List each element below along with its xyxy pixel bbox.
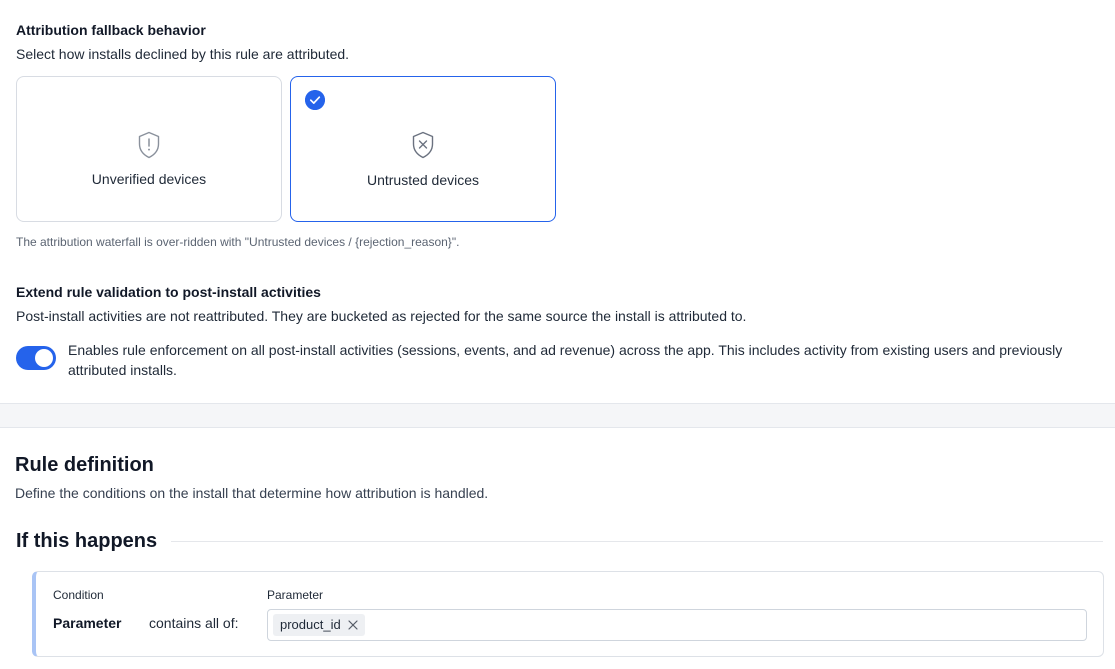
parameter-header: Parameter (267, 588, 324, 602)
fallback-section: Attribution fallback behavior Select how… (0, 0, 1115, 403)
if-divider-line (168, 541, 1103, 542)
fallback-title: Attribution fallback behavior (16, 22, 206, 38)
condition-operator: contains all of: (149, 615, 239, 631)
condition-header: Condition (53, 588, 104, 602)
if-this-happens-title: If this happens (16, 530, 172, 553)
option-card-untrusted[interactable]: Untrusted devices (290, 76, 556, 222)
fallback-description: Select how installs declined by this rul… (16, 46, 350, 62)
condition-row: Condition Parameter Parameter contains a… (32, 571, 1104, 657)
shield-exclamation-icon (138, 131, 160, 159)
section-divider (0, 403, 1115, 428)
option-card-unverified[interactable]: Unverified devices (16, 76, 282, 222)
shield-x-icon (412, 131, 434, 159)
rule-definition-title: Rule definition (15, 454, 154, 476)
toggle-description: Enables rule enforcement on all post-ins… (68, 342, 1063, 378)
condition-field: Parameter (53, 615, 122, 631)
parameter-input[interactable]: product_id (267, 609, 1087, 641)
post-install-toggle[interactable] (16, 346, 56, 370)
extend-description: Post-install activities are not reattrib… (16, 308, 747, 324)
rule-definition-description: Define the conditions on the install tha… (15, 485, 489, 501)
remove-chip-icon[interactable] (347, 619, 359, 631)
toggle-knob (35, 349, 53, 367)
parameter-chip: product_id (273, 614, 365, 636)
waterfall-note: The attribution waterfall is over-ridden… (16, 235, 460, 249)
option-label-unverified: Unverified devices (91, 171, 207, 187)
checkmark-icon (305, 90, 325, 110)
option-label-untrusted: Untrusted devices (366, 172, 480, 188)
chip-label: product_id (280, 617, 341, 632)
extend-title: Extend rule validation to post-install a… (16, 284, 321, 300)
